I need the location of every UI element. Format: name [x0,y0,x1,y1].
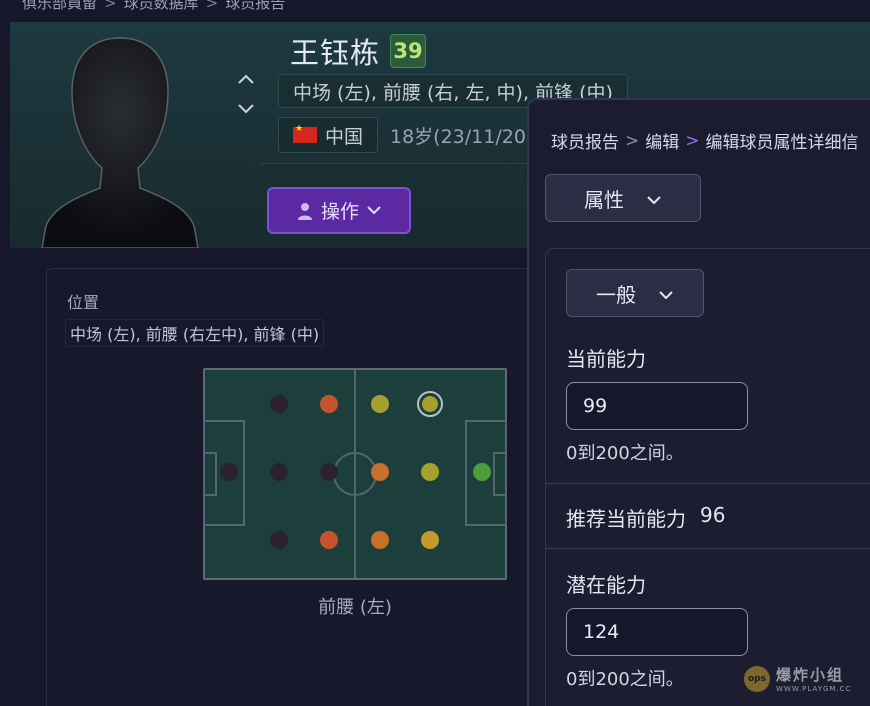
position-dot[interactable] [270,395,288,413]
chevron-down-icon [646,186,662,210]
divider [546,483,870,484]
divider [546,548,870,549]
position-pitch [203,368,507,580]
position-dot[interactable] [371,531,389,549]
previous-player-button[interactable] [237,70,257,86]
position-dot[interactable] [371,463,389,481]
china-flag-icon [293,124,317,143]
nationality-chip[interactable]: 中国 [278,117,379,153]
position-dot[interactable] [421,463,439,481]
group-select[interactable]: 一般 [566,269,704,317]
potential-ability-label: 潜在能力 [566,573,646,597]
chevron-down-icon [658,281,674,305]
potential-ability-input[interactable]: 124 [566,608,748,656]
watermark-url: WWW.PLAYGM.CC [776,685,852,693]
breadcrumb-item-player-report[interactable]: 球员报告 [551,128,619,153]
player-name-row: 王钰栋 39 [290,30,427,72]
position-dot[interactable] [371,395,389,413]
chevron-right-icon: > [104,0,117,12]
editor-breadcrumb: 球员报告 > 编辑 > 编辑球员属性详细信 [551,128,859,154]
position-dot[interactable] [473,463,491,481]
watermark-logo: ops 爆炸小组 WWW.PLAYGM.CC [744,664,851,693]
section-select-value: 属性 [584,187,624,212]
chevron-right-icon: > [205,0,219,12]
breadcrumb: 俱乐部員留 > 球员数据库 > 球员报告 [22,0,285,13]
watermark-icon: ops [744,665,770,692]
current-ability-label: 当前能力 [566,347,646,371]
player-name: 王钰栋 [290,36,381,70]
nationality-label: 中国 [325,125,364,148]
watermark-text: 爆炸小组 [776,666,845,684]
next-player-button[interactable] [237,100,257,116]
position-dot-selected[interactable] [417,391,443,417]
breadcrumb-item-club[interactable]: 俱乐部員留 [22,0,97,12]
position-value: 中场 (左), 前腰 (右左中), 前锋 (中) [65,319,325,347]
group-select-value: 一般 [596,282,636,307]
chevron-down-icon [367,206,381,215]
recommended-ability-value: 96 [700,503,726,527]
position-heading: 位置 [67,293,100,312]
chevron-down-icon [238,104,254,114]
attribute-card: 一般 当前能力 99 0到200之间。 推荐当前能力 96 潜在能力 124 0… [545,248,870,706]
position-dot[interactable] [270,463,288,481]
position-panel: 位置 中场 (左), 前腰 (右左中), 前锋 (中) 前腰 (左) [46,268,546,706]
chevron-right-icon: > [625,130,640,151]
position-dot[interactable] [320,395,338,413]
divider [260,163,530,164]
actions-label: 操作 [320,201,359,223]
current-ability-input[interactable]: 99 [566,382,748,430]
recommended-ability-row: 推荐当前能力 96 [566,503,725,532]
chevron-right-icon: > [685,130,700,151]
left-goal-box [203,452,217,496]
position-dot[interactable] [220,463,238,481]
breadcrumb-item-edit[interactable]: 编辑 [645,128,679,153]
chevron-up-icon [238,74,254,84]
breadcrumb-item-database[interactable]: 球员数据库 [124,0,199,12]
right-goal-box [493,452,507,496]
selected-position-label: 前腰 (左) [318,597,392,618]
position-dot[interactable] [421,531,439,549]
current-ability-hint: 0到200之间。 [566,443,684,464]
edit-attributes-panel: 球员报告 > 编辑 > 编辑球员属性详细信 属性 一般 当前能力 99 0到20… [527,98,870,706]
position-dot[interactable] [320,531,338,549]
potential-ability-hint: 0到200之间。 [566,669,684,690]
rating-badge: 39 [390,34,427,68]
person-icon [297,202,312,220]
breadcrumb-item-edit-attributes: 编辑球员属性详细信 [705,133,859,153]
player-silhouette-icon [41,37,199,248]
actions-button[interactable]: 操作 [267,187,411,234]
section-select[interactable]: 属性 [545,174,701,222]
recommended-ability-label: 推荐当前能力 [566,507,686,531]
position-dot[interactable] [320,463,338,481]
breadcrumb-item-report: 球员报告 [225,0,286,12]
position-dot[interactable] [270,531,288,549]
position-dot-fill [422,396,438,412]
